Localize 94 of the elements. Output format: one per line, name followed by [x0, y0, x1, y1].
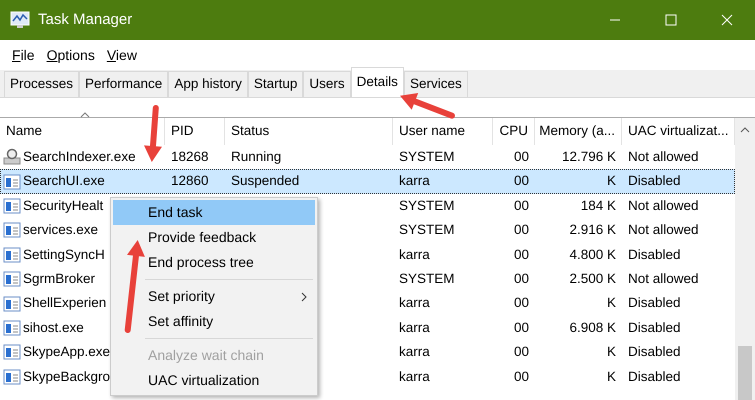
- app-window-icon: [3, 320, 21, 336]
- table-cell-text: 00: [514, 148, 529, 166]
- app-icon: [10, 11, 30, 29]
- app-window-icon: [3, 271, 21, 288]
- table-cell-text: 00: [514, 368, 529, 386]
- table-cell-text: 6.908 K: [569, 318, 616, 337]
- table-cell-text: 18268: [171, 148, 209, 166]
- table-cell-text: SYSTEM: [399, 221, 455, 240]
- table-cell-text: Disabled: [628, 172, 681, 190]
- table-cell-text: karra: [399, 368, 430, 386]
- table-cell-text: Disabled: [628, 368, 681, 386]
- process-name: SkypeBackgro: [23, 368, 110, 386]
- app-window-icon: [3, 344, 21, 360]
- table-cell-text: Suspended: [231, 172, 300, 190]
- menu-item[interactable]: UAC virtualization: [113, 368, 315, 393]
- table-cell-text: karra: [399, 343, 430, 362]
- app-window-icon: [3, 296, 21, 312]
- table-cell-text: 00: [514, 270, 529, 288]
- process-name: SettingSyncH: [23, 246, 105, 264]
- tab[interactable]: App history: [168, 71, 248, 97]
- table-cell-text: Disabled: [628, 294, 681, 312]
- table-cell-text: Running: [231, 148, 282, 166]
- selected-row[interactable]: SearchUI.exe 12860 Suspended karra 00 K Disabled: [0, 169, 735, 194]
- table-cell-text: 2.500 K: [569, 270, 616, 288]
- app-window-icon: [3, 368, 21, 385]
- table-cell-text: 00: [514, 196, 529, 215]
- table-cell-text: K: [606, 368, 616, 386]
- window-title: Task Manager: [38, 10, 134, 30]
- table-cell-text: 12860: [171, 172, 209, 190]
- menu-item[interactable]: Set priority: [113, 284, 315, 309]
- menu-item[interactable]: File: [6, 44, 41, 66]
- process-name: sihost.exe: [23, 318, 84, 337]
- tab[interactable]: Users: [303, 71, 351, 97]
- table-cell-text: SYSTEM: [399, 270, 455, 288]
- table-cell-text: K: [606, 172, 616, 190]
- menu-item[interactable]: Set affinity: [113, 309, 315, 334]
- process-name: SecurityHealt: [23, 196, 104, 215]
- table-cell-text: K: [606, 294, 616, 312]
- menu-item[interactable]: Provide feedback: [113, 225, 315, 250]
- table-cell-text: karra: [399, 172, 430, 190]
- column-header[interactable]: User name: [393, 118, 493, 145]
- column-header[interactable]: Status: [225, 118, 393, 145]
- process-name: SearchIndexer.exe: [23, 148, 136, 166]
- table-cell-text: 00: [514, 294, 529, 312]
- process-name: SgrmBroker: [23, 270, 96, 288]
- table-cell-text: SYSTEM: [399, 148, 455, 166]
- tab[interactable]: Details: [350, 67, 404, 97]
- table-cell-text: Disabled: [628, 343, 681, 362]
- menu-item[interactable]: End process tree: [113, 250, 315, 275]
- process-name: ShellExperien: [23, 294, 106, 312]
- search-icon: [3, 148, 21, 166]
- table-cell-text: karra: [399, 294, 430, 312]
- table-cell-text: 4.800 K: [569, 246, 616, 264]
- table-cell-text: Not allowed: [628, 270, 699, 288]
- app-window-icon: [3, 222, 21, 238]
- app-window-icon: [3, 198, 21, 214]
- table-cell-text: Disabled: [628, 246, 681, 264]
- table-cell-text: K: [606, 343, 616, 362]
- tab[interactable]: Services: [404, 71, 468, 97]
- column-header[interactable]: PID: [165, 118, 225, 145]
- close-icon: [721, 14, 733, 26]
- maximize-icon: [665, 14, 677, 26]
- table-cell-text: 00: [514, 343, 529, 362]
- annotation-arrow: [398, 91, 454, 118]
- table-cell-text: SYSTEM: [399, 196, 455, 215]
- column-header[interactable]: Name: [0, 118, 165, 145]
- tab[interactable]: Startup: [248, 71, 304, 97]
- app-window-icon: [3, 246, 21, 263]
- menu-item[interactable]: End task: [113, 200, 315, 225]
- tab[interactable]: Processes: [4, 71, 80, 97]
- column-header[interactable]: Memory (a...: [535, 118, 622, 145]
- column-header[interactable]: CPU: [493, 118, 535, 145]
- table-cell-text: 00: [514, 318, 529, 337]
- menu-item[interactable]: Options: [40, 44, 101, 66]
- process-name: SearchUI.exe: [23, 172, 105, 190]
- annotation-arrow: [142, 106, 164, 164]
- table-cell-text: 00: [514, 221, 529, 240]
- table-cell-text: Not allowed: [628, 148, 699, 166]
- table-cell-text: 184 K: [580, 196, 616, 215]
- tab[interactable]: Performance: [79, 71, 168, 97]
- table-cell-text: karra: [399, 318, 430, 337]
- process-name: services.exe: [23, 221, 98, 240]
- menu-item[interactable]: View: [100, 44, 143, 66]
- table-cell-text: Not allowed: [628, 196, 699, 215]
- table-cell-text: Not allowed: [628, 221, 699, 240]
- process-name: SkypeApp.exe: [23, 343, 110, 362]
- table-cell-text: 00: [514, 172, 529, 190]
- table-cell-text: Disabled: [628, 318, 681, 337]
- app-window-icon: [3, 174, 21, 190]
- table-cell-text: karra: [399, 246, 430, 264]
- table-cell-text: 2.916 K: [569, 221, 616, 240]
- table-cell-text: 00: [514, 246, 529, 264]
- table-cell-text: 12.796 K: [562, 148, 616, 166]
- scrollbar[interactable]: [735, 118, 755, 400]
